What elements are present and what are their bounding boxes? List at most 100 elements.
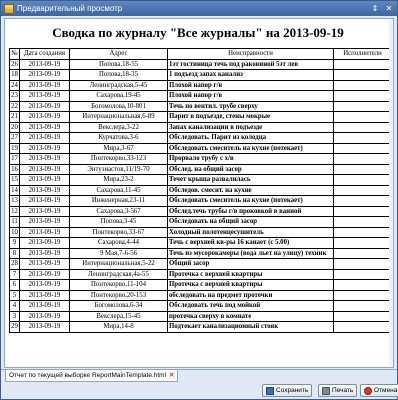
row-date-cell: 2013-09-19 (19, 300, 70, 312)
table-row: 22 2013-09-19 Богомолова,10-801 Течь по вен… (9, 100, 392, 112)
row-issue-cell: Плохой напор г/в (167, 90, 334, 102)
row-date-cell: 2013-09-19 (19, 90, 70, 102)
row-address-cell: Инженерная,23-11 (69, 195, 168, 207)
print-button-label: Печать (332, 387, 354, 394)
row-address-cell: Богомолова,10-801 (69, 100, 168, 112)
row-issue-cell: Обслед.течь трубы г/в проковкой в ванной (167, 205, 334, 217)
row-date-cell: 2013-09-19 (19, 163, 70, 175)
row-date-cell: 2013-09-19 (19, 142, 70, 154)
row-address-cell: Мира,14-8 (69, 321, 168, 333)
row-issue-cell: Плохой напор г/в (167, 79, 334, 91)
tab-close-icon[interactable]: ✕ (169, 370, 174, 381)
close-icon (364, 386, 372, 395)
table-row: 21 2013-09-19 Интернациональная,6-89 Парит … (9, 111, 392, 123)
row-issue-cell: протечка сверху в комнате (167, 310, 334, 322)
report-viewport[interactable]: Сводка по журналу "Все журналы" на 2013-… (4, 18, 394, 368)
row-issue-cell: Обследовать смеситель на кухне (потекает… (167, 142, 334, 154)
row-address-cell: Ленинградская,5-45 (69, 79, 168, 91)
report-table: № Дата создания Адрес Неисправности Испо… (9, 48, 392, 333)
row-date-cell: 2013-09-19 (19, 258, 70, 270)
table-row: 26 2013-09-19 Попова,18-55 1эт гостиница те… (9, 58, 392, 70)
row-issue-cell: Течь по вентил. трубе сверху (167, 100, 334, 112)
column-header-number: № (9, 48, 20, 60)
row-assignee-cell (333, 121, 392, 133)
row-issue-cell: Обслед. на общий засор (167, 163, 334, 175)
row-number-cell: 14 (9, 184, 20, 196)
row-issue-cell: 1эт гостиница течь под раковиной 5эт лев (167, 58, 334, 70)
row-date-cell: 2013-09-19 (19, 174, 70, 186)
table-header-row: № Дата создания Адрес Неисправности Испо… (9, 48, 392, 60)
title-bar: Предварительный просмотр ⇕ ✕ (1, 1, 397, 16)
row-address-cell: Векслера,3-22 (69, 121, 168, 133)
row-issue-cell: Обследовать смеситель на кухне (потекает… (167, 195, 334, 207)
row-number-cell: 22 (9, 100, 20, 112)
table-row: 24 2013-09-19 Ленинградская,5-45 Плохой нап… (9, 79, 392, 91)
table-row: 15 2013-09-19 Мира,23-2 Течет крыша развали… (9, 174, 392, 186)
row-assignee-cell (333, 69, 392, 81)
row-issue-cell: Обследовать течь под мойкой (167, 300, 334, 312)
row-number-cell: 18 (9, 69, 20, 81)
print-button[interactable]: Печать (318, 384, 358, 397)
close-window-icon[interactable]: ✕ (383, 3, 395, 14)
row-address-cell: Мира,23-2 (69, 174, 168, 186)
row-number-cell: 3 (9, 310, 20, 322)
table-row: 7 2013-09-19 Ленинградская,4а-55 Протечка с… (9, 268, 392, 280)
row-assignee-cell (333, 268, 392, 280)
row-date-cell: 2013-09-19 (19, 111, 70, 123)
dialog-footer: Сохранить Печать Отмена (1, 383, 398, 399)
row-date-cell: 2013-09-19 (19, 195, 70, 207)
table-row: 11 2013-09-19 Попова,3-45 Обследовать на об… (9, 216, 392, 228)
row-address-cell: Сахарова,4-44 (69, 237, 168, 249)
cancel-button[interactable]: Отмена (360, 384, 398, 397)
row-issue-cell: Запах канализации в подъезде (167, 121, 334, 133)
row-issue-cell: Течет крыша развалилась (167, 174, 334, 186)
row-address-cell: Понтекорво,33-123 (69, 153, 168, 165)
row-issue-cell: Холодный полотенцесушитель (167, 226, 334, 238)
row-assignee-cell (333, 111, 392, 123)
row-date-cell: 2013-09-19 (19, 121, 70, 133)
row-number-cell: 15 (9, 174, 20, 186)
row-date-cell: 2013-09-19 (19, 100, 70, 112)
row-assignee-cell (333, 321, 392, 333)
row-date-cell: 2013-09-19 (19, 237, 70, 249)
row-address-cell: Понтекорво,33-67 (69, 226, 168, 238)
row-assignee-cell (333, 184, 392, 196)
row-issue-cell: Прорвало трубу с х/в (167, 153, 334, 165)
row-issue-cell: Течь из мусорокамеры (вода льет на улицу… (167, 247, 334, 259)
row-issue-cell: Общий засор (167, 258, 334, 270)
save-button[interactable]: Сохранить (262, 384, 313, 397)
table-row: 4 2013-09-19 Богомолова,6-34 Обследовать те… (9, 300, 392, 312)
row-number-cell: 6 (9, 279, 20, 291)
row-assignee-cell (333, 132, 392, 144)
row-address-cell: Энтузиастов,11/19-70 (69, 163, 168, 175)
row-date-cell: 2013-09-19 (19, 153, 70, 165)
row-date-cell: 2013-09-19 (19, 268, 70, 280)
row-address-cell: Векслера,15-45 (69, 310, 168, 322)
save-button-label: Сохранить (276, 387, 309, 394)
row-assignee-cell (333, 153, 392, 165)
row-date-cell: 2013-09-19 (19, 226, 70, 238)
table-row: 18 2013-09-19 Попова,18-35 1 подъезд запах … (9, 69, 392, 81)
row-assignee-cell (333, 205, 392, 217)
row-number-cell: 9 (9, 237, 20, 249)
row-date-cell: 2013-09-19 (19, 289, 70, 301)
document-tab[interactable]: Отчет по текущей выборке ReportMainTempl… (5, 370, 179, 382)
table-row: 8 2013-09-19 9 Мая,7-6-56 Течь из мусорокам… (9, 247, 392, 259)
row-number-cell: 19 (9, 142, 20, 154)
row-number-cell: 13 (9, 195, 20, 207)
row-number-cell: 23 (9, 90, 20, 102)
row-date-cell: 2013-09-19 (19, 321, 70, 333)
row-address-cell: Курчатова,3-6 (69, 132, 168, 144)
row-date-cell: 2013-09-19 (19, 216, 70, 228)
row-assignee-cell (333, 237, 392, 249)
row-assignee-cell (333, 258, 392, 270)
row-number-cell: 21 (9, 111, 20, 123)
app-icon (4, 3, 14, 14)
preview-window: Предварительный просмотр ⇕ ✕ Сводка по ж… (0, 0, 398, 400)
maximize-icon[interactable]: ⇕ (369, 3, 381, 14)
vertical-scrollbar[interactable] (389, 19, 393, 367)
row-assignee-cell (333, 247, 392, 259)
row-number-cell: 27 (9, 132, 20, 144)
row-address-cell: Интернациональная,6-89 (69, 111, 168, 123)
row-assignee-cell (333, 90, 392, 102)
